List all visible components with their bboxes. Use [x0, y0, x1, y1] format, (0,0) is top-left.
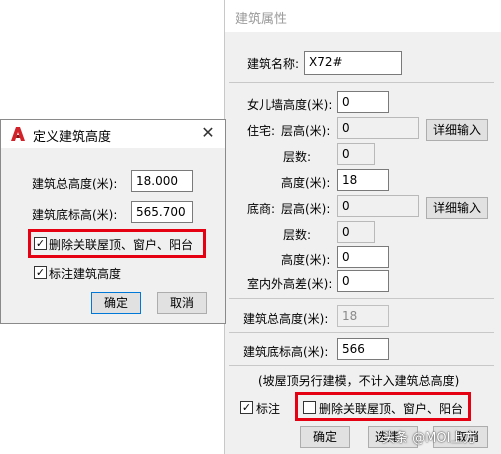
res-floor-height-label: 层高(米): [281, 124, 331, 138]
com-floors-input[interactable]: 0 [337, 221, 375, 243]
sloped-roof-note: (坡屋顶另行建模，不计入建筑总高度) [258, 374, 460, 388]
building-properties-dialog: 建筑属性 建筑名称: X72# 女儿墙高度(米): 0 住宅: 层高(米): 0… [224, 0, 501, 454]
res-floor-height-input[interactable]: 0 [337, 117, 419, 139]
delete-linked-label: 删除关联屋顶、窗户、阳台 [319, 402, 464, 416]
commercial-label: 底商: [247, 202, 276, 216]
building-name-label: 建筑名称: [247, 57, 300, 71]
mark-height-label: 标注建筑高度 [49, 267, 122, 281]
divider [229, 82, 494, 83]
base-elevation-label: 建筑底标高(米): [32, 208, 118, 222]
define-building-height-dialog: 定义建筑高度 ✕ 建筑总高度(米): 18.000 建筑底标高(米): 565.… [0, 119, 226, 324]
building-name-input[interactable]: X72# [304, 51, 402, 75]
total-height-label: 建筑总高度(米): [32, 177, 118, 191]
check-mark-icon: ✓ [35, 237, 46, 250]
total-height-input[interactable]: 18 [337, 305, 389, 327]
indoor-outdoor-diff-label: 室内外高差(米): [247, 277, 333, 291]
delete-linked-label: 删除关联屋顶、窗户、阳台 [49, 238, 194, 252]
base-elevation-input[interactable]: 566 [337, 338, 389, 360]
base-elevation-input[interactable]: 565.700 [131, 201, 193, 223]
check-mark-icon: ✓ [35, 266, 46, 279]
total-height-label: 建筑总高度(米): [243, 312, 329, 326]
com-floor-height-input[interactable]: 0 [337, 195, 419, 217]
total-height-input[interactable]: 18.000 [131, 170, 193, 192]
ok-button[interactable]: 确定 [300, 426, 350, 448]
autocad-logo-icon [11, 127, 25, 141]
divider [229, 298, 494, 299]
com-floor-height-label: 层高(米): [281, 202, 331, 216]
com-height-label: 高度(米): [281, 253, 331, 267]
res-height-label: 高度(米): [281, 176, 331, 190]
divider [229, 365, 494, 366]
ok-button[interactable]: 确定 [91, 292, 141, 314]
close-icon[interactable]: ✕ [199, 124, 217, 142]
dialog-title: 建筑属性 [235, 12, 288, 27]
title-bar: 建筑属性 [225, 0, 501, 32]
res-floors-label: 层数: [283, 150, 312, 164]
com-height-input[interactable]: 0 [337, 246, 389, 268]
mark-height-checkbox[interactable]: ✓ [34, 266, 47, 279]
watermark: 头条 @MOI上方 [382, 431, 477, 446]
delete-linked-checkbox[interactable]: ✓ [34, 237, 47, 250]
mark-checkbox[interactable]: ✓ [240, 401, 253, 414]
indoor-outdoor-diff-input[interactable]: 0 [337, 270, 389, 292]
res-floors-input[interactable]: 0 [337, 143, 375, 165]
res-detail-input-button[interactable]: 详细输入 [426, 119, 488, 141]
base-elevation-label: 建筑底标高(米): [243, 345, 329, 359]
dialog-title: 定义建筑高度 [33, 130, 112, 145]
parapet-height-label: 女儿墙高度(米): [247, 98, 333, 112]
cancel-button[interactable]: 取消 [157, 292, 207, 314]
com-floors-label: 层数: [283, 228, 312, 242]
divider [229, 332, 494, 333]
parapet-height-input[interactable]: 0 [337, 91, 389, 113]
res-height-input[interactable]: 18 [337, 169, 389, 191]
title-bar: 定义建筑高度 ✕ [1, 120, 225, 148]
check-mark-icon: ✓ [241, 401, 252, 414]
com-detail-input-button[interactable]: 详细输入 [426, 197, 488, 219]
residential-label: 住宅: [247, 124, 276, 138]
mark-checkbox-label: 标注 [256, 402, 281, 416]
delete-linked-checkbox[interactable] [303, 401, 316, 414]
